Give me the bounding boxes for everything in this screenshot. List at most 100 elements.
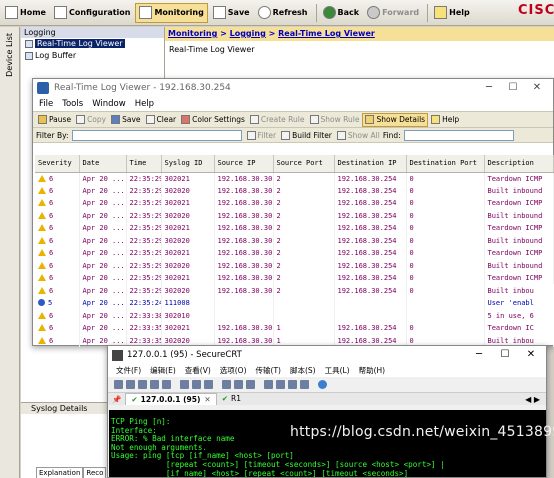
log-row[interactable]: 6 Apr 20 ... 22:35:29 302020 192.168.30.30 2 1… [35, 259, 554, 272]
show-rule-button[interactable]: Show Rule [308, 113, 362, 127]
log-row[interactable]: 6 Apr 20 ... 22:35:29 302021 192.168.30.30 2 1… [35, 272, 554, 285]
tab-scroll-arrows[interactable]: ◀ ▶ [525, 395, 540, 404]
back-button[interactable]: Back [320, 3, 363, 23]
column-header[interactable]: Source IP [214, 155, 274, 173]
create-rule-button[interactable]: Create Rule [248, 113, 307, 127]
maximize-icon[interactable]: ☐ [501, 82, 525, 93]
column-header[interactable]: Destination Port [406, 155, 485, 173]
menu-transfer[interactable]: 传输(T) [256, 365, 281, 376]
warning-icon [38, 224, 46, 232]
log-row[interactable]: 5 Apr 20 ... 22:35:24 111008 User 'enable_1 [35, 297, 554, 310]
log-row[interactable]: 6 Apr 20 ... 22:33:35 302021 192.168.30.30 1 1… [35, 322, 554, 335]
help-icon[interactable] [318, 380, 327, 389]
options-icon[interactable] [246, 380, 255, 389]
forward-button[interactable]: Forward [364, 3, 422, 23]
menu-file[interactable]: File [39, 99, 53, 109]
breadcrumb-monitoring[interactable]: Monitoring [168, 29, 217, 38]
log-row[interactable]: 6 Apr 20 ... 22:35:29 302021 192.168.30.30 2 1… [35, 247, 554, 260]
minimize-icon[interactable]: ─ [477, 82, 501, 93]
close-icon[interactable]: ✕ [518, 349, 544, 360]
securecrt-menubar: 文件(F) 编辑(E) 查看(V) 选项(O) 传输(T) 脚本(S) 工具(L… [108, 364, 546, 377]
nav-item-real-time-log-viewer[interactable]: Real-Time Log Viewer [21, 38, 164, 50]
monitoring-button[interactable]: Monitoring [135, 2, 208, 23]
log-row[interactable]: 6 Apr 20 ... 22:35:29 302021 192.168.30.30 2 1… [35, 222, 554, 235]
log-cell-time: 22:35:29 [126, 222, 162, 235]
device-list-tab[interactable]: Device List [0, 27, 20, 478]
column-header[interactable]: Syslog ID [161, 155, 215, 173]
menu-view[interactable]: 查看(V) [185, 365, 211, 376]
close-icon[interactable]: ✕ [525, 82, 549, 93]
print-icon[interactable] [222, 380, 231, 389]
connect-tab-icon[interactable] [138, 380, 147, 389]
color-settings-button[interactable]: Color Settings [179, 113, 247, 127]
show-all-button[interactable]: Show All [335, 128, 382, 142]
paste-icon[interactable] [192, 380, 201, 389]
log-row[interactable]: 6 Apr 20 ... 22:35:29 302020 192.168.30.30 2 1… [35, 284, 554, 297]
column-header[interactable]: Date [79, 155, 127, 173]
tab-pin-icon[interactable]: 📌 [112, 395, 121, 404]
tools-icon[interactable] [276, 380, 285, 389]
log-row[interactable]: 6 Apr 20 ... 22:35:29 302020 192.168.30.30 2 1… [35, 209, 554, 222]
column-header[interactable]: Source Port [273, 155, 335, 173]
menu-window[interactable]: Window [92, 99, 126, 109]
maximize-icon[interactable]: ☐ [492, 349, 518, 360]
menu-file[interactable]: 文件(F) [116, 365, 141, 376]
log-row[interactable]: 6 Apr 20 ... 22:35:29 302020 192.168.30.30 2 1… [35, 234, 554, 247]
nav-item-log-buffer[interactable]: Log Buffer [21, 50, 164, 62]
show-details-button[interactable]: Show Details [362, 112, 429, 127]
window-controls: ─ ☐ ✕ [477, 82, 549, 93]
breadcrumb-real-time-log-viewer[interactable]: Real-Time Log Viewer [278, 29, 375, 38]
disconnect-icon[interactable] [162, 380, 171, 389]
sftp-icon[interactable] [264, 380, 273, 389]
log-cell-sev: 6 [35, 309, 80, 322]
copy-button[interactable]: Copy [74, 113, 108, 127]
help-button[interactable]: Help [431, 3, 473, 23]
column-header[interactable]: Destination IP [334, 155, 407, 173]
find-input[interactable] [403, 129, 514, 141]
log-cell-dip: 192.168.30.254 [334, 272, 407, 285]
column-header[interactable]: Time [126, 155, 162, 173]
keymap-icon[interactable] [288, 380, 297, 389]
menu-tools[interactable]: Tools [62, 99, 83, 109]
tab-session-r1[interactable]: ✔ R1 [217, 393, 246, 405]
refresh-button[interactable]: Refresh [255, 3, 311, 23]
pause-button[interactable]: Pause [36, 113, 73, 127]
menu-tools[interactable]: 工具(L) [325, 365, 350, 376]
minimize-icon[interactable]: ─ [466, 349, 492, 360]
save-log-button[interactable]: Save [109, 113, 142, 127]
column-header[interactable]: Description [484, 155, 554, 173]
log-row[interactable]: 6 Apr 20 ... 22:35:29 302021 192.168.30.30 2 1… [35, 197, 554, 210]
menu-help[interactable]: 帮助(H) [359, 365, 386, 376]
tab-explanation[interactable]: Explanation [36, 467, 84, 478]
script-icon[interactable] [300, 380, 309, 389]
log-cell-sev: 5 [35, 297, 80, 310]
menu-edit[interactable]: 编辑(E) [150, 365, 176, 376]
terminal-output[interactable]: TCP Ping [n]: Interface: ERROR: % Bad inte… [109, 410, 546, 477]
help-log-button[interactable]: Help [429, 113, 461, 127]
reconnect-icon[interactable] [150, 380, 159, 389]
log-row[interactable]: 6 Apr 20 ... 22:35:29 302020 192.168.30.30 2 1… [35, 184, 554, 197]
filter-button[interactable]: Filter [245, 128, 279, 142]
build-filter-button[interactable]: Build Filter [279, 128, 334, 142]
settings-icon[interactable] [234, 380, 243, 389]
configuration-button[interactable]: Configuration [51, 3, 134, 23]
menu-help[interactable]: Help [135, 99, 154, 109]
menu-options[interactable]: 选项(O) [220, 365, 247, 376]
clear-button[interactable]: Clear [144, 113, 179, 127]
menu-script[interactable]: 脚本(S) [290, 365, 316, 376]
breadcrumb-logging[interactable]: Logging [230, 29, 266, 38]
home-button[interactable]: Home [2, 3, 49, 23]
save-button[interactable]: Save [210, 3, 253, 23]
find-icon[interactable] [204, 380, 213, 389]
tab-close-icon[interactable]: ✕ [204, 394, 210, 406]
log-row[interactable]: 6 Apr 20 ... 22:35:29 302021 192.168.30.30 2 1… [35, 172, 554, 185]
log-row[interactable]: 6 Apr 20 ... 22:33:38 302010 5 in use, 6 mo [35, 309, 554, 322]
column-header[interactable]: Severity [35, 155, 80, 173]
copy-icon[interactable] [180, 380, 189, 389]
log-cell-sport: 2 [273, 222, 335, 235]
quick-connect-icon[interactable] [126, 380, 135, 389]
tab-recommended[interactable]: Reco [83, 467, 107, 478]
connect-icon[interactable] [114, 380, 123, 389]
tab-session-127[interactable]: ✔ 127.0.0.1 (95) ✕ [125, 393, 217, 406]
filter-input[interactable] [71, 129, 242, 141]
